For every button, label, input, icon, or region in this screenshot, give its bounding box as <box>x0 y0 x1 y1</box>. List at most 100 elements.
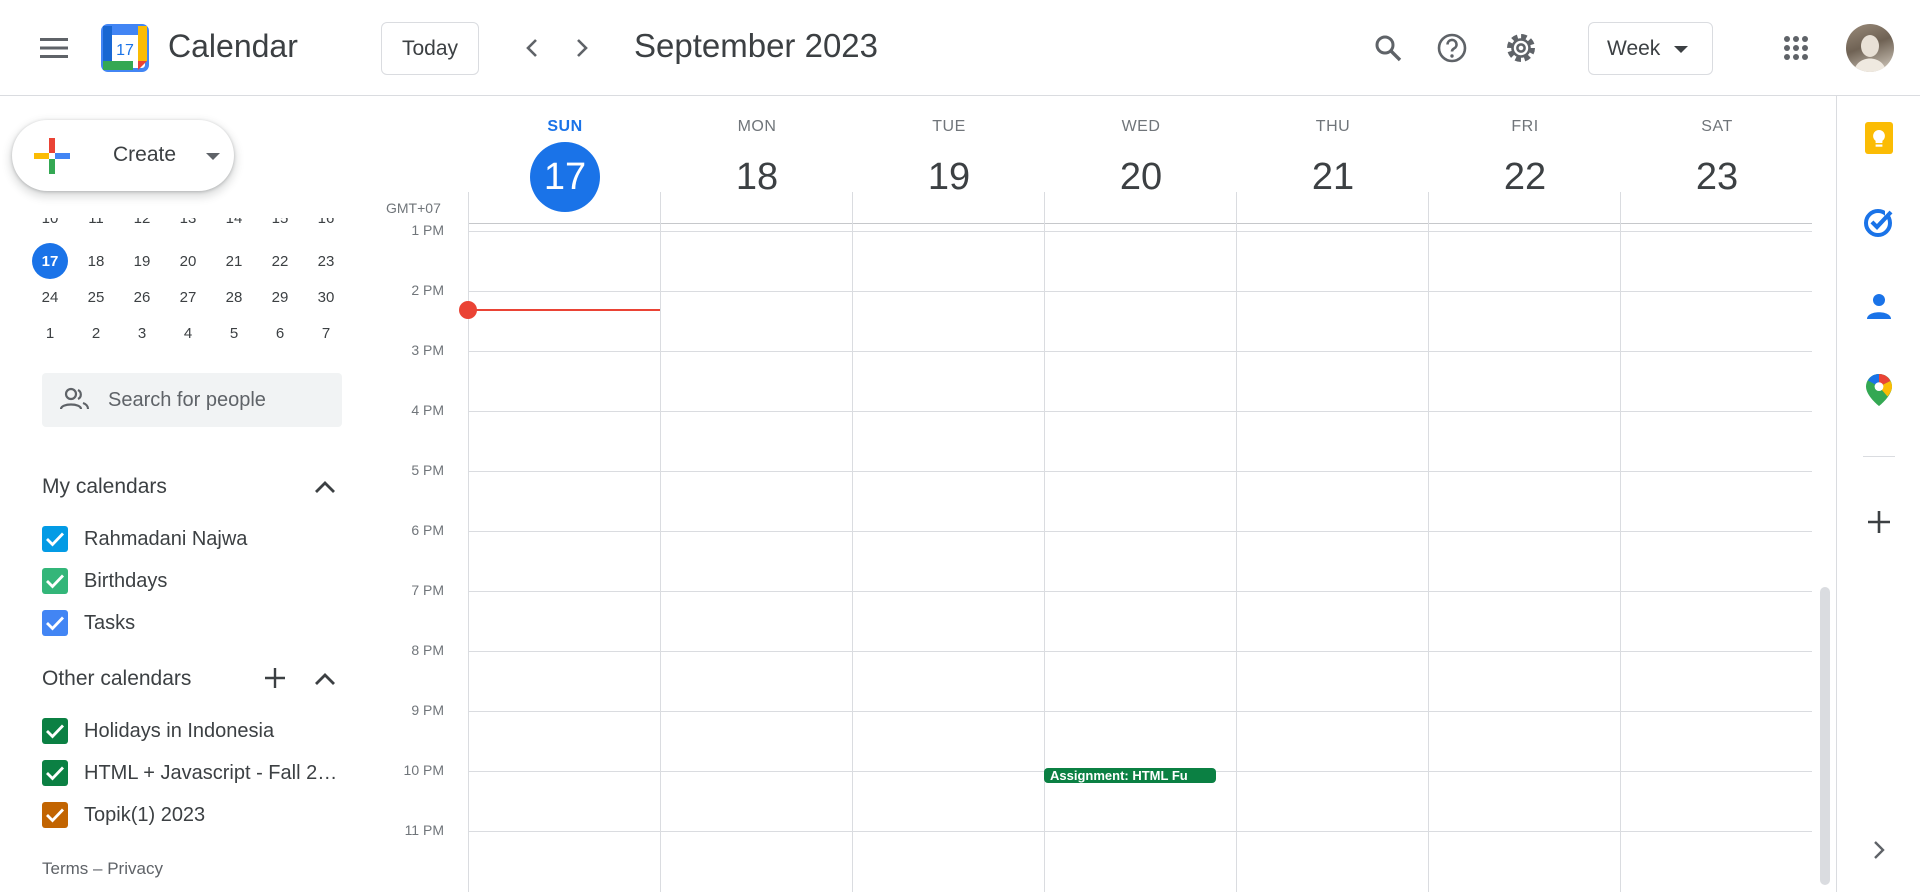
day-number[interactable]: 23 <box>1682 142 1752 212</box>
mini-day[interactable]: 22 <box>262 243 298 279</box>
mini-day-today[interactable]: 17 <box>32 243 68 279</box>
mini-calendar-week: 1 2 3 4 5 6 7 <box>32 315 342 351</box>
mini-day[interactable]: 14 <box>216 218 252 234</box>
scrollbar[interactable] <box>1820 587 1830 885</box>
mini-day[interactable]: 7 <box>308 315 344 351</box>
checkbox-checked-icon[interactable] <box>42 568 68 594</box>
calendar-item[interactable]: Birthdays <box>42 566 342 596</box>
contacts-icon[interactable] <box>1855 282 1903 330</box>
checkbox-checked-icon[interactable] <box>42 802 68 828</box>
day-name: SUN <box>547 118 583 135</box>
main-menu-icon[interactable] <box>30 24 78 72</box>
calendar-item[interactable]: Topik(1) 2023 <box>42 800 342 830</box>
mini-day[interactable]: 1 <box>32 315 68 351</box>
mini-day[interactable]: 6 <box>262 315 298 351</box>
terms-link[interactable]: Terms <box>42 859 88 878</box>
mini-day[interactable]: 16 <box>308 218 342 234</box>
add-calendar-icon[interactable] <box>262 665 288 696</box>
day-header[interactable]: TUE 19 <box>853 118 1045 212</box>
day-header-today[interactable]: SUN 17 <box>469 118 661 212</box>
chevron-left-icon[interactable] <box>508 24 556 72</box>
mini-day[interactable]: 10 <box>32 218 68 234</box>
mini-day[interactable]: 4 <box>170 315 206 351</box>
day-number[interactable]: 17 <box>530 142 600 212</box>
checkbox-checked-icon[interactable] <box>42 760 68 786</box>
calendar-item[interactable]: HTML + Javascript - Fall 2… <box>42 758 342 788</box>
mini-day[interactable]: 27 <box>170 279 206 315</box>
mini-day[interactable]: 2 <box>78 315 114 351</box>
day-number[interactable]: 21 <box>1298 142 1368 212</box>
chevron-up-icon[interactable] <box>312 476 338 503</box>
day-header[interactable]: SAT 23 <box>1621 118 1813 212</box>
mini-day[interactable]: 20 <box>170 243 206 279</box>
day-number[interactable]: 22 <box>1490 142 1560 212</box>
search-icon[interactable] <box>1364 24 1412 72</box>
apps-grid-icon[interactable] <box>1772 24 1820 72</box>
day-column-thu[interactable] <box>1237 224 1428 892</box>
checkbox-checked-icon[interactable] <box>42 526 68 552</box>
day-column-sat[interactable] <box>1621 224 1812 892</box>
day-column-wed[interactable] <box>1045 224 1236 892</box>
other-calendars-title[interactable]: Other calendars <box>42 667 191 691</box>
calendar-item-label: HTML + Javascript - Fall 2… <box>84 762 338 784</box>
mini-day[interactable]: 21 <box>216 243 252 279</box>
calendar-item-label: Holidays in Indonesia <box>84 720 275 742</box>
mini-day[interactable]: 23 <box>308 243 344 279</box>
mini-day[interactable]: 29 <box>262 279 298 315</box>
today-button[interactable]: Today <box>381 22 479 75</box>
mini-day[interactable]: 25 <box>78 279 114 315</box>
day-header[interactable]: THU 21 <box>1237 118 1429 212</box>
day-header[interactable]: FRI 22 <box>1429 118 1621 212</box>
day-number[interactable]: 19 <box>914 142 984 212</box>
mini-day[interactable]: 3 <box>124 315 160 351</box>
expand-panel-icon[interactable] <box>1855 826 1903 874</box>
create-button[interactable]: Create <box>12 120 234 191</box>
mini-day[interactable]: 12 <box>124 218 160 234</box>
mini-day[interactable]: 30 <box>308 279 344 315</box>
caret-down-icon <box>1674 46 1688 53</box>
maps-icon[interactable] <box>1855 366 1903 414</box>
tasks-icon[interactable] <box>1855 198 1903 246</box>
calendar-item-label: Topik(1) 2023 <box>84 804 206 826</box>
my-calendars-title[interactable]: My calendars <box>42 475 167 499</box>
mini-day[interactable]: 18 <box>78 243 114 279</box>
view-selector[interactable]: Week <box>1588 22 1713 75</box>
help-icon[interactable] <box>1428 24 1476 72</box>
day-name: MON <box>737 118 777 135</box>
day-column-mon[interactable] <box>661 224 852 892</box>
mini-day[interactable]: 11 <box>78 218 114 234</box>
checkbox-checked-icon[interactable] <box>42 610 68 636</box>
day-number[interactable]: 18 <box>722 142 792 212</box>
day-column-tue[interactable] <box>853 224 1044 892</box>
chevron-right-icon[interactable] <box>558 24 606 72</box>
calendar-item[interactable]: Tasks <box>42 608 342 638</box>
day-number[interactable]: 20 <box>1106 142 1176 212</box>
add-icon[interactable] <box>1855 498 1903 546</box>
footer-links: Terms – Privacy <box>42 859 163 879</box>
calendar-item[interactable]: Rahmadani Najwa <box>42 524 342 554</box>
day-name: FRI <box>1511 118 1539 135</box>
calendar-item[interactable]: Holidays in Indonesia <box>42 716 342 746</box>
mini-day[interactable]: 26 <box>124 279 160 315</box>
calendar-logo-icon: 17 <box>101 24 149 72</box>
keep-icon[interactable] <box>1855 114 1903 162</box>
mini-day[interactable]: 5 <box>216 315 252 351</box>
day-column-fri[interactable] <box>1429 224 1620 892</box>
mini-day[interactable]: 24 <box>32 279 68 315</box>
mini-day[interactable]: 13 <box>170 218 206 234</box>
event-chip[interactable]: Assignment: HTML Fu <box>1044 768 1216 783</box>
search-people-field[interactable]: Search for people <box>42 373 342 427</box>
chevron-up-icon[interactable] <box>312 668 338 695</box>
mini-day[interactable]: 19 <box>124 243 160 279</box>
avatar[interactable] <box>1846 24 1894 72</box>
settings-icon[interactable] <box>1497 24 1545 72</box>
day-header[interactable]: WED 20 <box>1045 118 1237 212</box>
mini-day[interactable]: 15 <box>262 218 298 234</box>
privacy-link[interactable]: Privacy <box>107 859 163 878</box>
day-header[interactable]: MON 18 <box>661 118 853 212</box>
hour-label: 10 PM <box>403 762 444 778</box>
checkbox-checked-icon[interactable] <box>42 718 68 744</box>
hour-label: 7 PM <box>411 582 444 598</box>
day-column-sun[interactable] <box>469 224 660 892</box>
mini-day[interactable]: 28 <box>216 279 252 315</box>
